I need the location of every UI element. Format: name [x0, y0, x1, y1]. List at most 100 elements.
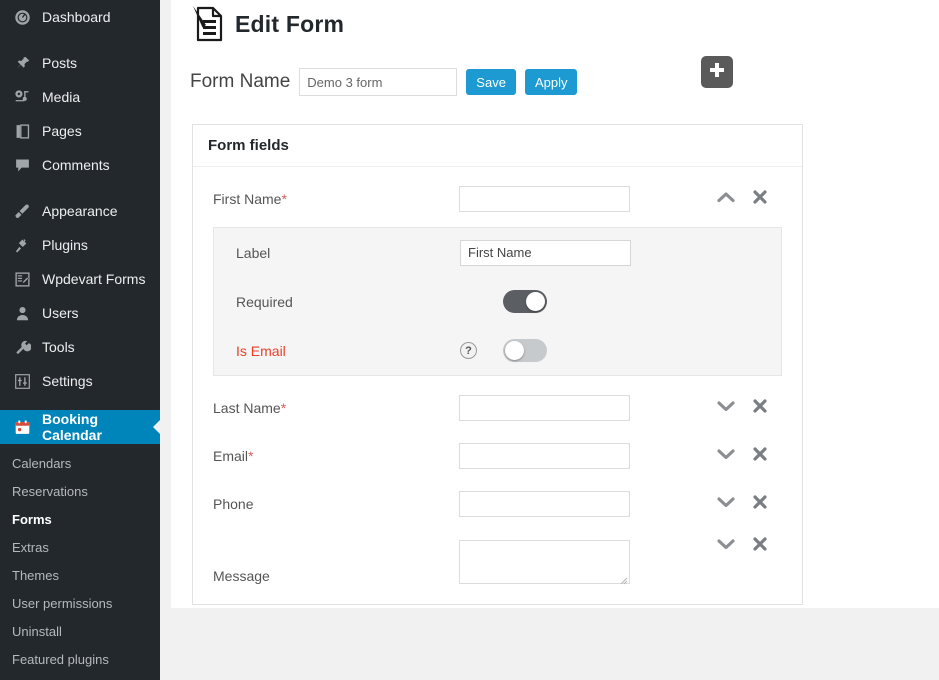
field-label: Last Name* [213, 400, 459, 416]
close-icon[interactable] [752, 446, 768, 467]
submenu-item-user-permissions[interactable]: User permissions [0, 590, 160, 618]
sidebar-item-dashboard[interactable]: Dashboard [0, 0, 160, 34]
submenu-item-featured-plugins[interactable]: Featured plugins [0, 646, 160, 674]
sidebar-item-appearance[interactable]: Appearance [0, 194, 160, 228]
field-row-actions [716, 189, 768, 210]
submenu-item-calendars[interactable]: Calendars [0, 450, 160, 478]
sidebar-item-tools[interactable]: Tools [0, 330, 160, 364]
field-label: Message [213, 568, 459, 584]
plus-icon [708, 61, 726, 84]
field-row-actions [716, 536, 768, 557]
field-label: Email* [213, 448, 459, 464]
sidebar-divider [0, 398, 160, 410]
wrench-icon [12, 337, 32, 357]
form-name-bar: Form Name Save Apply [190, 68, 577, 96]
close-icon[interactable] [752, 494, 768, 515]
form-name-input[interactable] [299, 68, 457, 96]
sidebar-item-settings[interactable]: Settings [0, 364, 160, 398]
field-label-text: Phone [213, 496, 253, 512]
field-label-text: Message [213, 568, 270, 584]
sidebar-item-media[interactable]: Media [0, 80, 160, 114]
required-toggle[interactable] [503, 290, 547, 313]
submenu-item-forms[interactable]: Forms [0, 506, 160, 534]
resize-grip-icon [618, 572, 628, 582]
field-label: Phone [213, 496, 459, 512]
close-icon[interactable] [752, 536, 768, 557]
field-row-actions [716, 494, 768, 515]
booking-calendar-submenu: Calendars Reservations Forms Extras Them… [0, 444, 160, 678]
chevron-down-icon[interactable] [716, 399, 736, 418]
sidebar-item-booking-calendar[interactable]: Booking Calendar [0, 410, 160, 444]
field-preview-input[interactable] [459, 186, 630, 212]
sidebar-item-wpdevart-forms[interactable]: Wpdevart Forms [0, 262, 160, 296]
sidebar-item-plugins[interactable]: Plugins [0, 228, 160, 262]
sidebar-item-label: Booking Calendar [42, 411, 160, 443]
sidebar-item-label: Media [42, 89, 80, 105]
sidebar-item-label: Posts [42, 55, 77, 71]
setting-row-label: Label [214, 228, 781, 277]
field-preview-input[interactable] [459, 443, 630, 469]
field-label-text: First Name [213, 191, 281, 207]
field-label-text: Last Name [213, 400, 281, 416]
media-icon [12, 87, 32, 107]
sidebar-item-label: Appearance [42, 203, 118, 219]
setting-label: Is Email [236, 343, 460, 359]
user-icon [12, 303, 32, 323]
field-row-actions [716, 446, 768, 467]
pages-icon [12, 121, 32, 141]
setting-label: Label [236, 245, 460, 261]
page-title: Edit Form [235, 11, 344, 38]
close-icon[interactable] [752, 189, 768, 210]
chevron-up-icon[interactable] [716, 190, 736, 209]
sliders-icon [12, 371, 32, 391]
submenu-item-reservations[interactable]: Reservations [0, 478, 160, 506]
content-area: Edit Form Form Name Save Apply Form fiel… [160, 0, 939, 680]
is-email-toggle[interactable] [503, 339, 547, 362]
save-button[interactable]: Save [466, 69, 516, 95]
current-arrow-icon [153, 419, 160, 435]
chevron-down-icon[interactable] [716, 495, 736, 514]
form-pencil-icon [12, 269, 32, 289]
sidebar-item-users[interactable]: Users [0, 296, 160, 330]
field-preview-input[interactable] [459, 395, 630, 421]
sidebar-item-label: Tools [42, 339, 75, 355]
comment-icon [12, 155, 32, 175]
sidebar-divider [0, 34, 160, 46]
sidebar-divider [0, 182, 160, 194]
dashboard-icon [12, 7, 32, 27]
chevron-down-icon[interactable] [716, 447, 736, 466]
field-row-message: Message [193, 528, 802, 590]
document-pencil-icon [189, 4, 225, 44]
required-asterisk: * [248, 448, 253, 464]
sidebar-item-label: Comments [42, 157, 110, 173]
form-fields-panel: Form fields First Name* [192, 124, 803, 605]
toggle-knob [526, 292, 545, 311]
sidebar-item-pages[interactable]: Pages [0, 114, 160, 148]
add-field-button[interactable] [701, 56, 733, 88]
chevron-down-icon[interactable] [716, 537, 736, 556]
field-row-first-name: First Name* [193, 175, 802, 223]
apply-button[interactable]: Apply [525, 69, 578, 95]
plug-icon [12, 235, 32, 255]
close-icon[interactable] [752, 398, 768, 419]
submenu-item-extras[interactable]: Extras [0, 534, 160, 562]
submenu-item-themes[interactable]: Themes [0, 562, 160, 590]
question-icon[interactable]: ? [460, 342, 477, 359]
panel-title: Form fields [193, 125, 802, 167]
field-settings-panel-first-name: Label Required Is Email ? [213, 227, 782, 376]
field-label-input[interactable] [460, 240, 631, 266]
panel-body: First Name* Label [193, 167, 802, 604]
field-row-email: Email* [193, 432, 802, 480]
field-preview-input[interactable] [459, 491, 630, 517]
sidebar-item-label: Plugins [42, 237, 88, 253]
sidebar-item-posts[interactable]: Posts [0, 46, 160, 80]
admin-sidebar: Dashboard Posts Media Pages Commen [0, 0, 160, 680]
brush-icon [12, 201, 32, 221]
field-row-phone: Phone [193, 480, 802, 528]
field-row-last-name: Last Name* [193, 384, 802, 432]
field-preview-textarea[interactable] [459, 540, 630, 584]
sidebar-item-comments[interactable]: Comments [0, 148, 160, 182]
field-row-actions [716, 398, 768, 419]
submenu-item-uninstall[interactable]: Uninstall [0, 618, 160, 646]
field-label: First Name* [213, 191, 459, 207]
